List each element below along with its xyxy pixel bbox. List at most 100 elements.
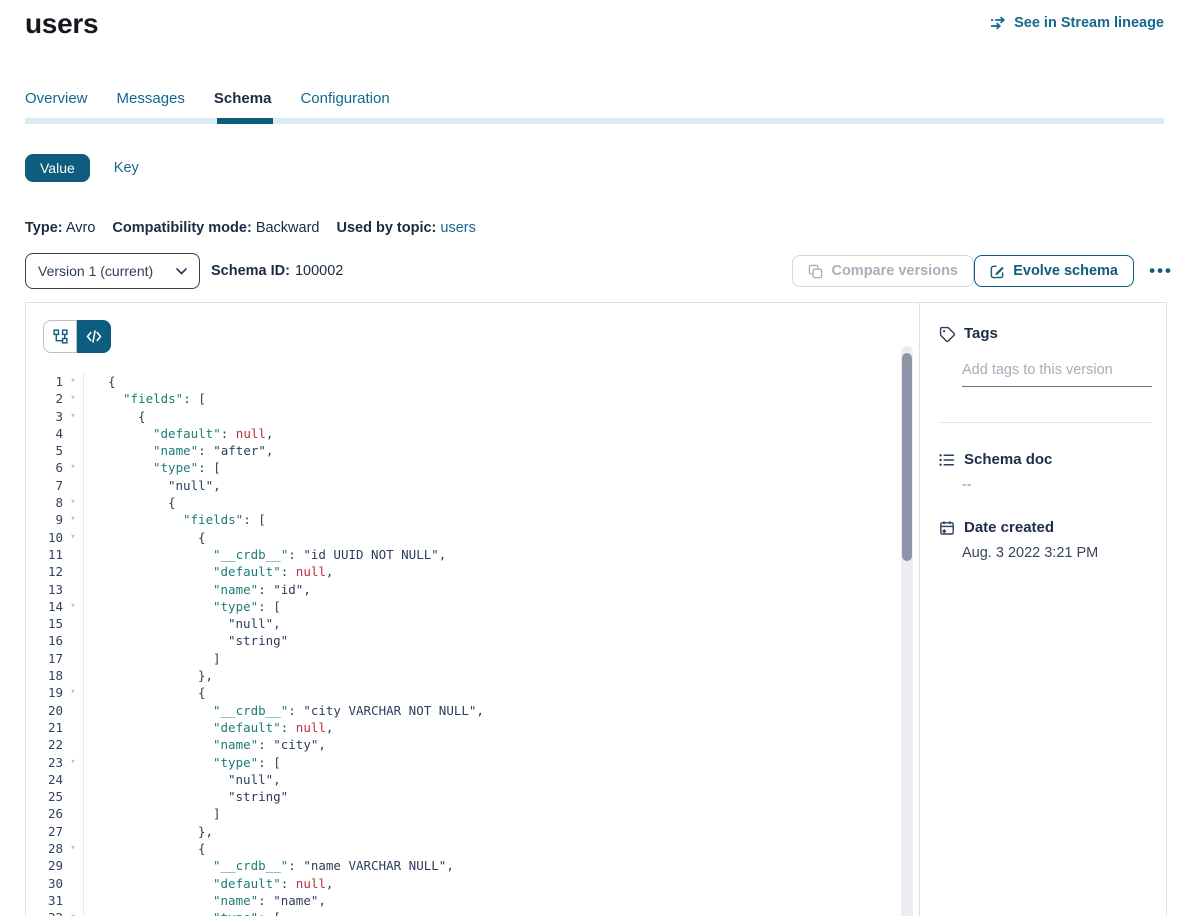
stream-lineage-icon bbox=[990, 16, 1007, 30]
see-in-stream-lineage-link[interactable]: See in Stream lineage bbox=[990, 15, 1164, 31]
code-text: { bbox=[83, 684, 901, 701]
code-line-22: 22"name": "city", bbox=[26, 736, 901, 753]
code-view-button[interactable] bbox=[77, 320, 111, 353]
code-text: "string" bbox=[83, 788, 901, 805]
line-number: 10 bbox=[26, 529, 63, 546]
key-toggle-button[interactable]: Key bbox=[114, 160, 139, 176]
schema-id-field: Schema ID: 100002 bbox=[211, 253, 343, 289]
code-line-1: 1▾{ bbox=[26, 373, 901, 390]
code-text: { bbox=[83, 529, 901, 546]
collapse-arrow-placeholder bbox=[63, 771, 83, 788]
collapse-arrow-icon[interactable]: ▾ bbox=[63, 511, 83, 528]
compare-icon bbox=[808, 264, 823, 279]
tab-bar: Overview Messages Schema Configuration bbox=[25, 90, 390, 107]
code-text: }, bbox=[83, 667, 901, 684]
code-line-18: 18}, bbox=[26, 667, 901, 684]
value-toggle-button[interactable]: Value bbox=[25, 154, 90, 182]
code-text: "type": [ bbox=[83, 459, 901, 476]
collapse-arrow-placeholder bbox=[63, 823, 83, 840]
code-line-17: 17] bbox=[26, 650, 901, 667]
more-actions-button[interactable]: ••• bbox=[1149, 253, 1173, 289]
collapse-arrow-icon[interactable]: ▾ bbox=[63, 840, 83, 857]
line-number: 27 bbox=[26, 823, 63, 840]
code-line-8: 8▾{ bbox=[26, 494, 901, 511]
line-number: 19 bbox=[26, 684, 63, 701]
code-text: "name": "id", bbox=[83, 581, 901, 598]
version-select[interactable]: Version 1 (current) bbox=[25, 253, 200, 289]
collapse-arrow-icon[interactable]: ▾ bbox=[63, 754, 83, 771]
collapse-arrow-placeholder bbox=[63, 425, 83, 442]
line-number: 28 bbox=[26, 840, 63, 857]
collapse-arrow-icon[interactable]: ▾ bbox=[63, 408, 83, 425]
code-text: "string" bbox=[83, 632, 901, 649]
code-line-9: 9▾"fields": [ bbox=[26, 511, 901, 528]
code-text: "type": [ bbox=[83, 909, 901, 916]
schema-code-editor[interactable]: 1▾{2▾"fields": [3▾{4"default": null,5"na… bbox=[26, 373, 901, 916]
collapse-arrow-placeholder bbox=[63, 736, 83, 753]
compare-versions-button[interactable]: Compare versions bbox=[792, 255, 974, 287]
code-text: "type": [ bbox=[83, 598, 901, 615]
tab-configuration[interactable]: Configuration bbox=[300, 90, 389, 107]
code-line-13: 13"name": "id", bbox=[26, 581, 901, 598]
code-scrollbar-track[interactable] bbox=[901, 346, 913, 916]
code-line-24: 24"null", bbox=[26, 771, 901, 788]
code-text: }, bbox=[83, 823, 901, 840]
collapse-arrow-placeholder bbox=[63, 442, 83, 459]
tags-section-header: Tags bbox=[939, 325, 998, 342]
schema-page: users See in Stream lineage Overview Mes… bbox=[0, 0, 1189, 916]
collapse-arrow-placeholder bbox=[63, 615, 83, 632]
code-text: { bbox=[83, 840, 901, 857]
code-scrollbar-thumb[interactable] bbox=[902, 353, 912, 561]
tab-schema[interactable]: Schema bbox=[214, 90, 272, 107]
collapse-arrow-placeholder bbox=[63, 805, 83, 822]
schema-doc-value: -- bbox=[962, 477, 972, 493]
collapse-arrow-icon[interactable]: ▾ bbox=[63, 373, 83, 390]
collapse-arrow-placeholder bbox=[63, 546, 83, 563]
code-line-27: 27}, bbox=[26, 823, 901, 840]
collapse-arrow-placeholder bbox=[63, 788, 83, 805]
collapse-arrow-placeholder bbox=[63, 719, 83, 736]
tree-view-icon bbox=[53, 329, 68, 344]
line-number: 21 bbox=[26, 719, 63, 736]
code-line-23: 23▾"type": [ bbox=[26, 754, 901, 771]
code-text: "name": "after", bbox=[83, 442, 901, 459]
line-number: 23 bbox=[26, 754, 63, 771]
line-number: 8 bbox=[26, 494, 63, 511]
code-text: { bbox=[83, 494, 901, 511]
page-title: users bbox=[25, 8, 98, 40]
code-text: "null", bbox=[83, 615, 901, 632]
line-number: 26 bbox=[26, 805, 63, 822]
add-tags-input[interactable] bbox=[962, 358, 1152, 387]
code-text: { bbox=[83, 408, 901, 425]
code-text: "__crdb__": "city VARCHAR NOT NULL", bbox=[83, 702, 901, 719]
type-field: Type: Avro bbox=[25, 220, 95, 236]
topic-link[interactable]: users bbox=[440, 220, 475, 236]
line-number: 11 bbox=[26, 546, 63, 563]
collapse-arrow-icon[interactable]: ▾ bbox=[63, 459, 83, 476]
code-line-6: 6▾"type": [ bbox=[26, 459, 901, 476]
code-line-31: 31"name": "name", bbox=[26, 892, 901, 909]
line-number: 1 bbox=[26, 373, 63, 390]
code-text: ] bbox=[83, 805, 901, 822]
collapse-arrow-icon[interactable]: ▾ bbox=[63, 529, 83, 546]
tab-overview[interactable]: Overview bbox=[25, 90, 88, 107]
collapse-arrow-icon[interactable]: ▾ bbox=[63, 909, 83, 916]
used-by-topic-field: Used by topic: users bbox=[336, 220, 475, 236]
line-number: 18 bbox=[26, 667, 63, 684]
collapse-arrow-icon[interactable]: ▾ bbox=[63, 684, 83, 701]
code-line-14: 14▾"type": [ bbox=[26, 598, 901, 615]
collapse-arrow-icon[interactable]: ▾ bbox=[63, 598, 83, 615]
collapse-arrow-icon[interactable]: ▾ bbox=[63, 390, 83, 407]
code-line-10: 10▾{ bbox=[26, 529, 901, 546]
date-created-value: Aug. 3 2022 3:21 PM bbox=[962, 545, 1098, 561]
evolve-schema-button[interactable]: Evolve schema bbox=[974, 255, 1134, 287]
code-line-30: 30"default": null, bbox=[26, 875, 901, 892]
collapse-arrow-placeholder bbox=[63, 875, 83, 892]
code-line-20: 20"__crdb__": "city VARCHAR NOT NULL", bbox=[26, 702, 901, 719]
line-number: 7 bbox=[26, 477, 63, 494]
tab-messages[interactable]: Messages bbox=[117, 90, 185, 107]
code-view-icon bbox=[86, 330, 102, 343]
code-line-19: 19▾{ bbox=[26, 684, 901, 701]
tree-view-button[interactable] bbox=[43, 320, 77, 353]
collapse-arrow-icon[interactable]: ▾ bbox=[63, 494, 83, 511]
